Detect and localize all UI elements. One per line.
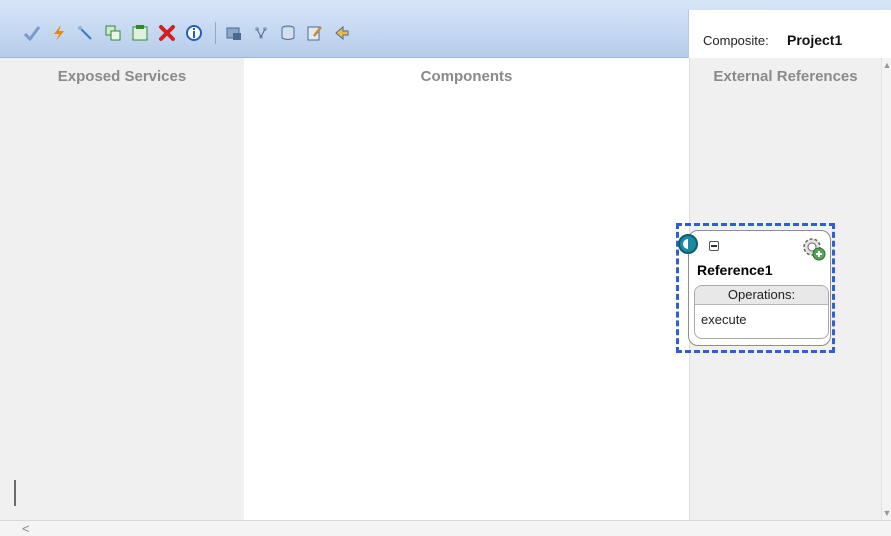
composite-label: Composite: <box>703 33 769 48</box>
database-icon[interactable] <box>278 23 298 43</box>
left-edge-marker <box>14 480 16 506</box>
scroll-up-arrow-icon[interactable]: ▲ <box>882 60 891 70</box>
components-title: Components <box>420 68 513 85</box>
external-references-title: External References <box>713 68 858 85</box>
collapse-icon[interactable] <box>709 241 719 251</box>
vertical-scrollbar[interactable]: ▲ ▼ <box>881 58 891 520</box>
delete-icon[interactable] <box>157 23 177 43</box>
toolbar-separator <box>215 22 216 44</box>
layout-icon[interactable] <box>251 23 271 43</box>
deploy-icon[interactable] <box>224 23 244 43</box>
operations-header: Operations: <box>695 286 828 305</box>
edit-icon[interactable] <box>305 23 325 43</box>
scroll-left-arrow-icon[interactable]: < <box>22 521 30 536</box>
wire-tool-icon[interactable] <box>76 23 96 43</box>
validate-checkmark-icon[interactable] <box>22 23 42 43</box>
operation-item[interactable]: execute <box>701 312 747 327</box>
toolbar-icons <box>22 22 359 44</box>
lightning-icon[interactable] <box>49 23 69 43</box>
reference-connector-icon[interactable] <box>678 234 698 254</box>
horizontal-scrollbar[interactable]: < <box>0 520 891 536</box>
composite-header: Composite: Project1 <box>688 10 891 58</box>
gear-icon <box>803 238 826 261</box>
test-run-icon[interactable] <box>332 23 352 43</box>
composite-name: Project1 <box>787 32 843 48</box>
exposed-services-title: Exposed Services <box>57 68 187 85</box>
exposed-services-swimlane[interactable]: Exposed Services <box>0 58 244 520</box>
paste-icon[interactable] <box>130 23 150 43</box>
operations-panel: Operations: execute <box>694 285 829 339</box>
info-icon[interactable] <box>184 23 204 43</box>
reference-name: Reference1 <box>697 262 773 278</box>
components-swimlane[interactable]: Components <box>244 58 689 520</box>
copy-icon[interactable] <box>103 23 123 43</box>
scroll-down-arrow-icon[interactable]: ▼ <box>882 508 891 518</box>
designer-toolbar: Composite: Project1 <box>0 0 891 58</box>
